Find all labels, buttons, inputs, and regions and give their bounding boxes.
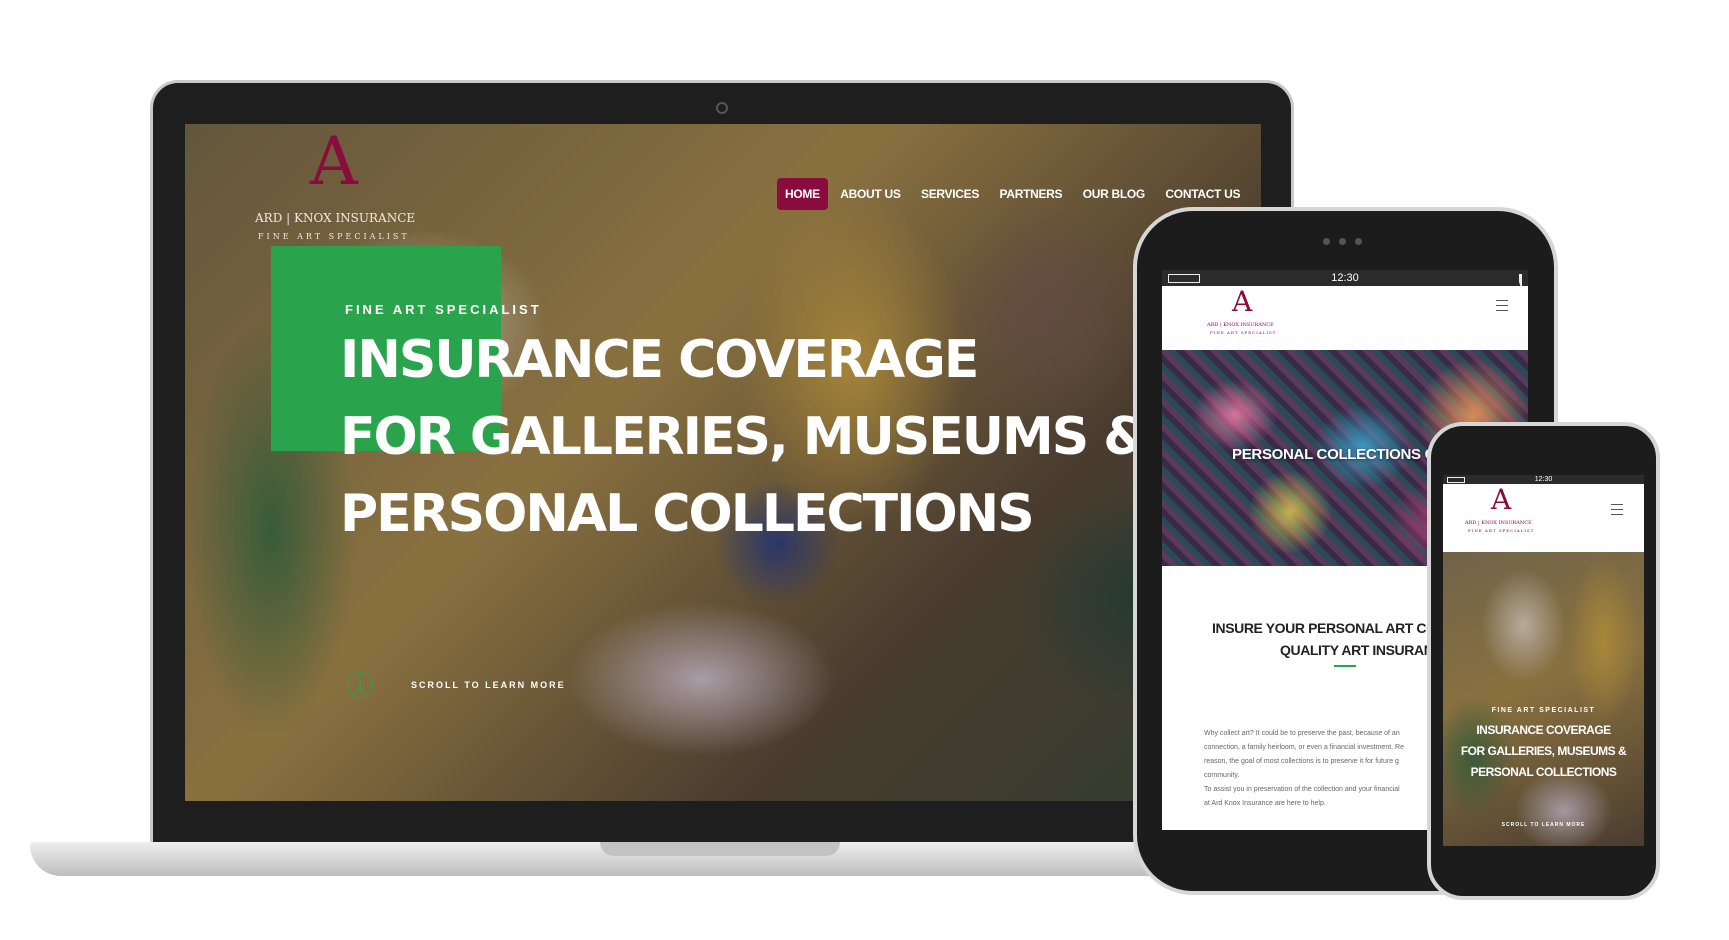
phone-bezel-bottom bbox=[1443, 846, 1644, 876]
tablet-header: A ARD | KNOX INSURANCE FINE ART SPECIALI… bbox=[1162, 286, 1528, 350]
tablet-body-line: Why collect art? It could be to preserve… bbox=[1204, 730, 1400, 737]
tablet-body-line: at Ard Knox Insurance are here to help. bbox=[1204, 800, 1326, 807]
phone-screen: 12:30 A ARD | KNOX INSURANCE FINE ART SP… bbox=[1443, 475, 1644, 846]
tablet-logo-name: ARD | KNOX INSURANCE bbox=[1207, 322, 1274, 328]
laptop-camera bbox=[716, 102, 728, 114]
phone-hero-kicker: FINE ART SPECIALIST bbox=[1491, 707, 1596, 714]
nav-contact-us[interactable]: CONTACT US bbox=[1157, 178, 1248, 210]
nav-about-us[interactable]: ABOUT US bbox=[832, 178, 908, 210]
hero-title-line-3: PERSONAL COLLECTIONS bbox=[340, 484, 1035, 544]
phone-logo-letter[interactable]: A bbox=[1491, 486, 1511, 514]
phone-status-bar: 12:30 bbox=[1443, 475, 1644, 484]
nav-our-blog[interactable]: OUR BLOG bbox=[1075, 178, 1153, 210]
tablet-banner-text: PERSONAL COLLECTIONS COV bbox=[1232, 446, 1457, 463]
nav-home[interactable]: HOME bbox=[777, 178, 828, 210]
tablet-status-time: 12:30 bbox=[1331, 272, 1359, 284]
laptop-screen: A ARD | KNOX INSURANCE FINE ART SPECIALI… bbox=[185, 124, 1261, 801]
tablet-body-line: To assist you in preservation of the col… bbox=[1204, 786, 1400, 793]
laptop-notch bbox=[600, 842, 840, 856]
tablet-section-title-1: INSURE YOUR PERSONAL ART COLLE bbox=[1212, 620, 1462, 636]
tablet-body-line: community. bbox=[1204, 772, 1240, 779]
hero-title-line-1: INSURANCE COVERAGE bbox=[340, 330, 979, 390]
phone-hero-line-3: PERSONAL COLLECTIONS bbox=[1470, 765, 1617, 779]
hero-kicker: FINE ART SPECIALIST bbox=[345, 302, 542, 317]
nav-partners[interactable]: PARTNERS bbox=[992, 178, 1071, 210]
phone-menu-icon[interactable] bbox=[1611, 504, 1623, 515]
phone-logo-name: ARD | KNOX INSURANCE bbox=[1465, 520, 1532, 526]
tablet-body-line: connection, a family heirloom, or even a… bbox=[1204, 744, 1404, 751]
main-nav: HOME ABOUT US SERVICES PARTNERS OUR BLOG… bbox=[777, 178, 1248, 210]
logo-letter: A bbox=[310, 124, 358, 200]
scroll-label[interactable]: SCROLL TO LEARN MORE bbox=[411, 680, 566, 690]
tablet-body-text: Why collect art? It could be to preserve… bbox=[1204, 727, 1404, 811]
phone-header: A ARD | KNOX INSURANCE FINE ART SPECIALI… bbox=[1443, 484, 1644, 552]
tablet-logo-letter[interactable]: A bbox=[1232, 288, 1252, 316]
scroll-down-icon[interactable] bbox=[347, 672, 373, 698]
phone-hero: FINE ART SPECIALIST INSURANCE COVERAGE F… bbox=[1443, 552, 1644, 846]
tablet-speaker bbox=[1323, 238, 1367, 246]
nav-services[interactable]: SERVICES bbox=[913, 178, 987, 210]
phone-hero-line-1: INSURANCE COVERAGE bbox=[1476, 723, 1611, 737]
hero-title-line-2: FOR GALLERIES, MUSEUMS & bbox=[340, 407, 1149, 467]
tablet-section-divider bbox=[1334, 665, 1356, 667]
phone-logo-tagline: FINE ART SPECIALIST bbox=[1468, 528, 1535, 533]
logo-name: ARD | KNOX INSURANCE bbox=[255, 211, 416, 225]
logo-tagline: FINE ART SPECIALIST bbox=[258, 232, 410, 241]
phone-status-time: 12:30 bbox=[1534, 476, 1553, 483]
tablet-body-line: reason, the goal of most collections is … bbox=[1204, 758, 1399, 765]
tablet-status-bar: 12:30 bbox=[1162, 270, 1528, 290]
phone-hero-line-2: FOR GALLERIES, MUSEUMS & bbox=[1460, 744, 1627, 758]
site-logo[interactable]: A ARD | KNOX INSURANCE FINE ART SPECIALI… bbox=[255, 124, 416, 242]
tablet-logo-tagline: FINE ART SPECIALIST bbox=[1210, 330, 1277, 335]
phone-scroll-label[interactable]: SCROLL TO LEARN MORE bbox=[1443, 822, 1644, 828]
tablet-menu-icon[interactable] bbox=[1496, 300, 1508, 311]
